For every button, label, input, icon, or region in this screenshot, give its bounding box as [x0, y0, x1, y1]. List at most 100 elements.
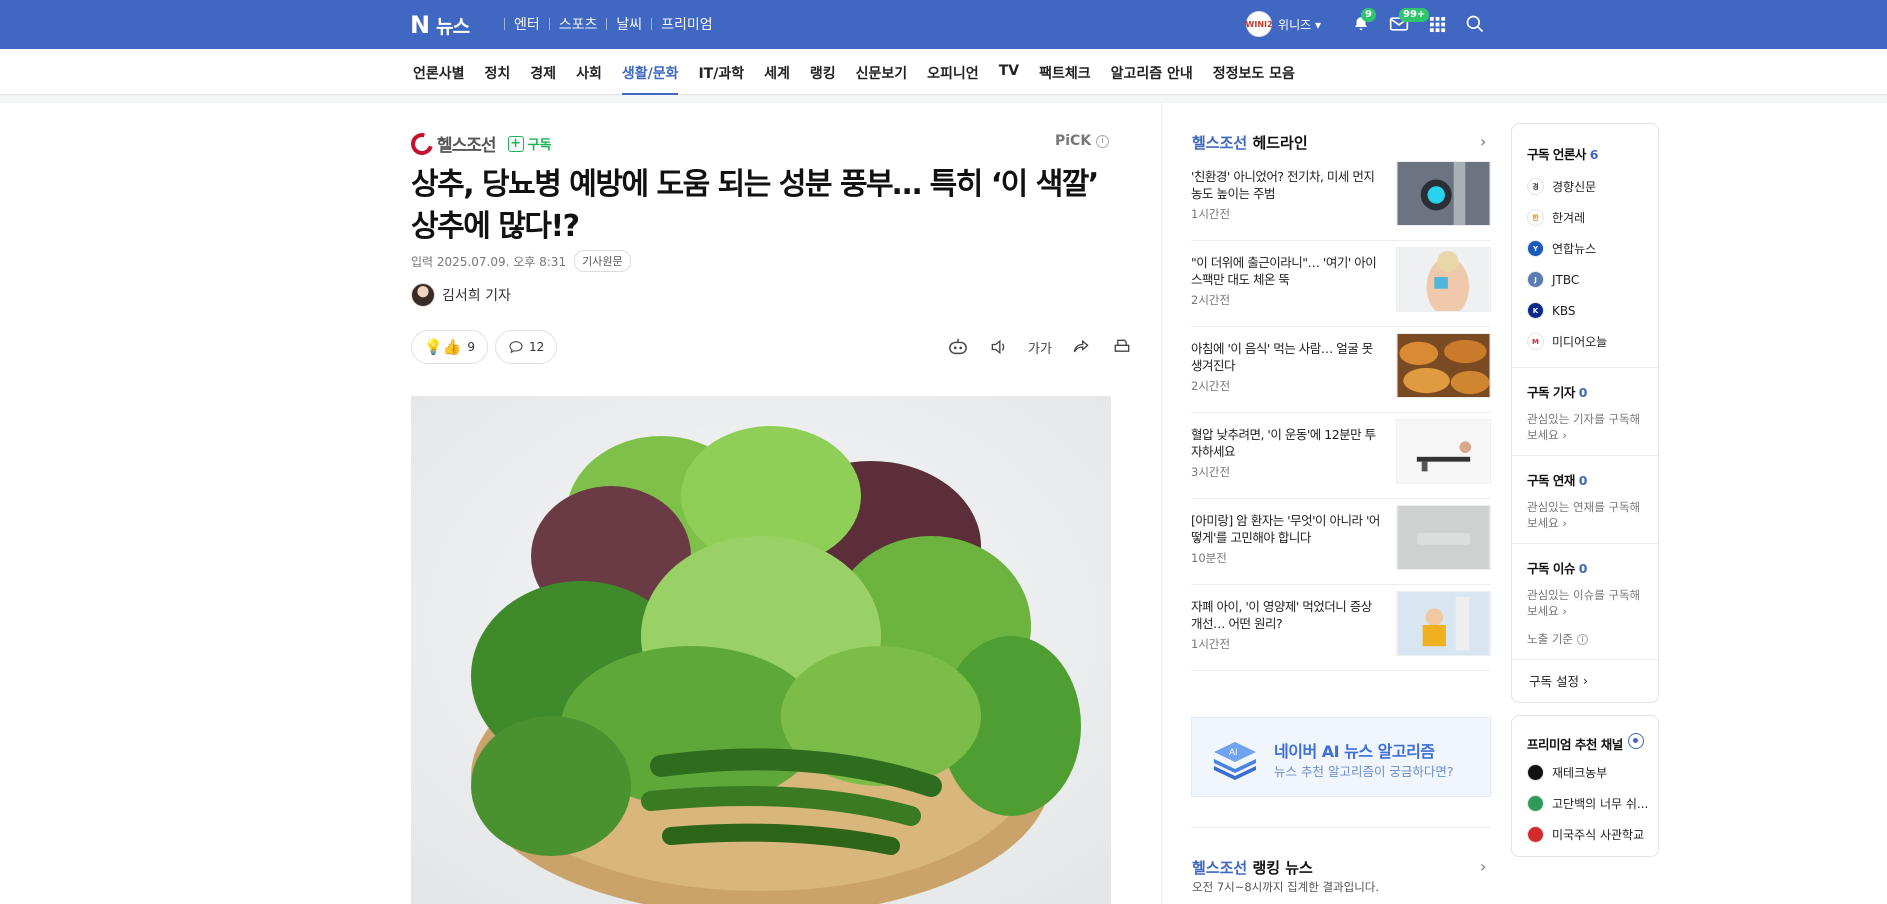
share-button[interactable] [1068, 334, 1094, 360]
pick-badge[interactable]: PiCK i [1055, 133, 1110, 149]
nav-separator [548, 18, 550, 30]
headline-thumbnail[interactable] [1396, 591, 1491, 656]
press-item[interactable]: 한 한겨레 [1512, 202, 1658, 233]
press-item[interactable]: 경 경향신문 [1512, 171, 1658, 202]
headline-text[interactable]: '친환경' 아니었어? 전기차, 미세 먼지 농도 높이는 주범 [1191, 168, 1381, 202]
category-tab[interactable]: IT/과학 [698, 63, 744, 83]
category-tab[interactable]: 알고리즘 안내 [1111, 63, 1193, 83]
ranking-press-name: 헬스조선 [1192, 859, 1248, 877]
category-tab[interactable]: 사회 [576, 63, 602, 83]
username-menu[interactable]: 위니즈 ▾ [1278, 16, 1321, 33]
ai-algorithm-banner[interactable]: AI 네이버 AI 뉴스 알고리즘 뉴스 추천 알고리즘이 궁금하다면? [1191, 717, 1491, 797]
subscribed-issue-header[interactable]: 구독 이슈 0 [1512, 558, 1658, 577]
press-item[interactable]: K KBS [1512, 295, 1658, 326]
category-tab[interactable]: 오피니언 [927, 63, 979, 83]
headline-thumbnail[interactable] [1396, 333, 1491, 398]
category-tab[interactable]: 정정보도 모음 [1213, 63, 1295, 83]
user-avatar[interactable]: WINI2 [1246, 11, 1273, 37]
summary-bot-button[interactable] [945, 334, 971, 360]
headline-item[interactable]: "이 더위에 출근이라니"… '여기' 아이스팩만 대도 체온 뚝 2시간전 [1191, 241, 1491, 327]
services-menu-button[interactable] [1425, 12, 1449, 36]
info-icon[interactable]: i [1096, 134, 1110, 148]
headline-time: 1시간전 [1191, 637, 1231, 651]
headline-thumbnail[interactable] [1396, 419, 1491, 484]
text-to-speech-button[interactable] [986, 334, 1012, 360]
headline-section-title[interactable]: 헬스조선 헤드라인 [1192, 132, 1308, 153]
comment-button[interactable]: 12 [495, 330, 558, 364]
headline-text[interactable]: "이 더위에 출근이라니"… '여기' 아이스팩만 대도 체온 뚝 [1191, 254, 1381, 288]
category-tab[interactable]: 정치 [485, 63, 511, 83]
premium-channel-item[interactable]: 미국주식 사관학교 [1512, 819, 1658, 850]
exposure-label: 노출 기준 [1527, 632, 1573, 646]
headline-text[interactable]: [아미랑] 암 환자는 '무엇'이 아니라 '어떻게'를 고민해야 합니다 [1191, 512, 1381, 546]
headline-thumbnail[interactable] [1396, 247, 1491, 312]
category-tab[interactable]: 언론사별 [413, 63, 465, 83]
naver-n-logo: N [410, 11, 431, 39]
category-tab[interactable]: 팩트체크 [1039, 63, 1091, 83]
subscribed-series-header[interactable]: 구독 연재 0 [1512, 470, 1658, 489]
search-button[interactable] [1463, 12, 1487, 36]
premium-channel-item[interactable]: 고단백의 너무 쉬... [1512, 788, 1658, 819]
ai-layers-icon: AI [1214, 742, 1256, 780]
headline-item[interactable]: 자폐 아이, '이 영양제' 먹었더니 증상 개선… 어떤 원리? 1시간전 [1191, 585, 1491, 671]
exposure-criteria[interactable]: 노출 기준 i [1512, 631, 1658, 647]
category-list: 언론사별 정치 경제 사회 생활/문화 IT/과학 세계 랭킹 신문보기 오피니언 TV 팩트체크 알고… [413, 63, 1315, 95]
username-text: 위니즈 [1278, 17, 1312, 32]
press-item[interactable]: J JTBC [1512, 264, 1658, 295]
top-nav-premium[interactable]: 프리미엄 [661, 14, 713, 34]
press-item[interactable]: M 미디어오늘 [1512, 326, 1658, 357]
category-tab[interactable]: 신문보기 [856, 63, 908, 83]
subscribed-series-desc[interactable]: 관심있는 연재를 구독해보세요 › [1512, 499, 1658, 531]
headline-text[interactable]: 자폐 아이, '이 영양제' 먹었더니 증상 개선… 어떤 원리? [1191, 598, 1381, 632]
refresh-icon[interactable] [1628, 733, 1644, 749]
press-item[interactable]: Y 연합뉴스 [1512, 233, 1658, 264]
subscribed-reporter-header[interactable]: 구독 기자 0 [1512, 382, 1658, 401]
reaction-button[interactable]: 💡👍 9 [411, 330, 488, 364]
category-tab[interactable]: 생활/문화 [621, 63, 678, 95]
subscription-settings-label: 구독 설정 [1529, 674, 1579, 689]
font-size-button[interactable]: 가가 [1027, 334, 1053, 360]
subscribed-press-header[interactable]: 구독 언론사 6 [1512, 124, 1658, 171]
category-tab[interactable]: 세계 [764, 63, 790, 83]
subscribed-issue-desc[interactable]: 관심있는 이슈를 구독해보세요 › [1512, 587, 1658, 619]
subscription-settings-button[interactable]: 구독 설정 › [1512, 659, 1658, 701]
mail-button[interactable]: 99+ [1387, 8, 1430, 36]
article-photo [411, 396, 1111, 904]
naver-news-logo[interactable]: N 뉴스 [410, 11, 470, 39]
pick-label: PiCK [1055, 133, 1092, 149]
lettuce-basket-image [411, 396, 1111, 904]
subscribed-series-label: 구독 연재 [1527, 473, 1575, 488]
premium-channel-item[interactable]: 재테크농부 [1512, 757, 1658, 788]
top-nav-sports[interactable]: 스포츠 [559, 14, 598, 34]
reporter-info[interactable]: 김서희 기자 [411, 283, 511, 307]
original-article-link[interactable]: 기사원문 [574, 250, 631, 272]
article-meta: 입력 2025.07.09. 오후 8:31 기사원문 [411, 250, 631, 272]
subscribed-issue-desc-text: 관심있는 이슈를 구독해보세요 [1527, 588, 1641, 618]
headline-thumbnail[interactable] [1396, 505, 1491, 570]
category-tab[interactable]: 랭킹 [810, 63, 836, 83]
channel-logo-icon [1527, 826, 1544, 843]
headline-item[interactable]: [아미랑] 암 환자는 '무엇'이 아니라 '어떻게'를 고민해야 합니다 10분… [1191, 499, 1491, 585]
headline-thumbnail[interactable] [1396, 161, 1491, 226]
top-nav-entertain[interactable]: 엔터 [514, 14, 540, 34]
ai-icon-label: AI [1229, 747, 1238, 757]
chevron-right-icon[interactable]: › [1480, 132, 1486, 151]
headline-text[interactable]: 혈압 낮추려면, '이 운동'에 12분만 투자하세요 [1191, 426, 1381, 460]
article-actions: 💡👍 9 12 [411, 330, 564, 364]
top-nav-weather[interactable]: 날씨 [616, 14, 642, 34]
chevron-right-icon[interactable]: › [1480, 857, 1486, 876]
headline-title-text: 헤드라인 [1252, 134, 1308, 152]
press-logo[interactable]: 헬스조선 [406, 128, 497, 159]
notification-button[interactable]: 9 [1349, 8, 1376, 36]
headline-item[interactable]: '친환경' 아니었어? 전기차, 미세 먼지 농도 높이는 주범 1시간전 [1191, 155, 1491, 241]
ranking-section-title[interactable]: 헬스조선 랭킹 뉴스 [1192, 857, 1313, 878]
headline-item[interactable]: 혈압 낮추려면, '이 운동'에 12분만 투자하세요 3시간전 [1191, 413, 1491, 499]
print-button[interactable] [1109, 334, 1135, 360]
press-item-name: 한겨레 [1552, 211, 1586, 225]
subscribe-button[interactable]: + 구독 [507, 134, 551, 153]
category-tab[interactable]: 경제 [530, 63, 556, 83]
headline-text[interactable]: 아침에 '이 음식' 먹는 사람… 얼굴 못 생겨진다 [1191, 340, 1381, 374]
subscribed-reporter-desc[interactable]: 관심있는 기자를 구독해보세요 › [1512, 411, 1658, 443]
headline-item[interactable]: 아침에 '이 음식' 먹는 사람… 얼굴 못 생겨진다 2시간전 [1191, 327, 1491, 413]
category-tab[interactable]: TV [999, 63, 1019, 83]
